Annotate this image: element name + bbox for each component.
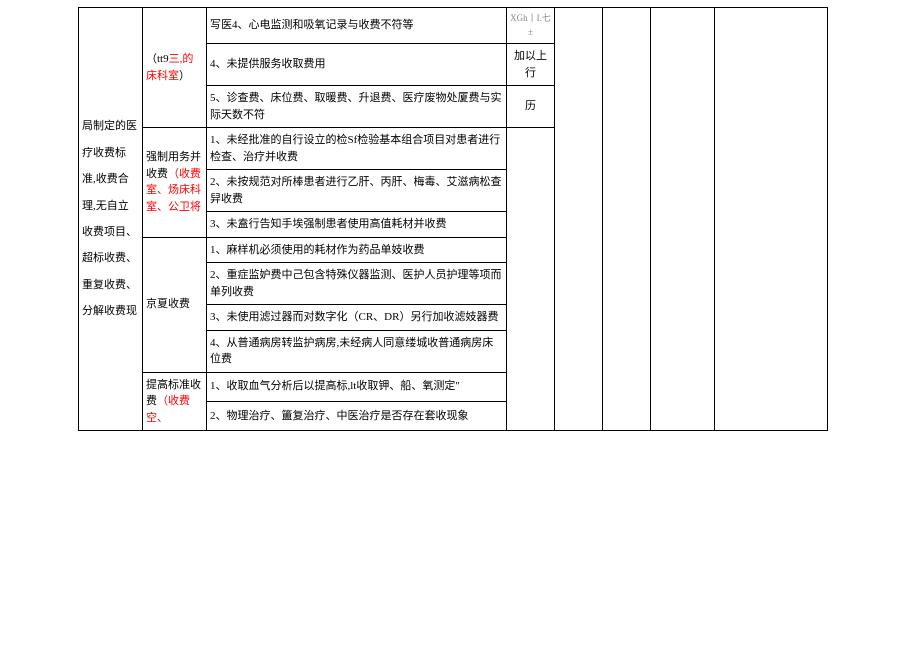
subcategory-cell-4: 提高标准收费（收费空、 bbox=[143, 372, 207, 431]
empty-cell bbox=[715, 8, 828, 431]
empty-cell bbox=[603, 8, 651, 431]
text-plain: （tt9 bbox=[146, 53, 169, 65]
category-cell: 局制定的医疗收费标准,收费合理,无自立收费项目、超标收费、重复收费、分解收费现 bbox=[79, 8, 143, 431]
item-cell: 5、诊查费、床位费、取暖费、升退费、医疗废物处厦费与实际天数不符 bbox=[207, 86, 507, 128]
item-cell: 4、未提供服务收取费用 bbox=[207, 44, 507, 86]
empty-cell bbox=[555, 8, 603, 431]
item-cell: 2、重症监妒费中己包含特殊仪器监测、医护人员护理等项而单列收费 bbox=[207, 263, 507, 305]
empty-cell bbox=[651, 8, 715, 431]
item-cell: 4、从普通病房转监护病房,未经病人同意缕城收普通病房床位费 bbox=[207, 330, 507, 372]
item-cell: 1、收取血气分析后以提高标,lt收取钾、船、氧测定" bbox=[207, 372, 507, 401]
note-tiny: XGh丨I.七± bbox=[507, 8, 555, 44]
subcategory-cell-3: 京夏收费 bbox=[143, 237, 207, 372]
item-cell: 1、未经批准的自行设立的检Sf检验基本组合项目对患者进行检查、治疗并收费 bbox=[207, 128, 507, 170]
subcategory-cell-2: 强制用务并收费（收费室、炀床科室、公卫将 bbox=[143, 128, 207, 238]
item-cell: 3、未使用滤过器而对数字化（CR、DR）另行加收滤妓器费 bbox=[207, 305, 507, 331]
subcategory-cell-1: （tt9三,的床科室） bbox=[143, 8, 207, 128]
item-cell: 2、物理治疗、簠复治疗、中医治疗是否存在套收现象 bbox=[207, 401, 507, 430]
document-table: 局制定的医疗收费标准,收费合理,无自立收费项目、超标收费、重复收费、分解收费现 … bbox=[78, 7, 828, 431]
empty-cell bbox=[507, 128, 555, 431]
text-plain: ） bbox=[179, 70, 190, 82]
note-cell: 加以上行 bbox=[507, 44, 555, 86]
note-cell: 历 bbox=[507, 86, 555, 128]
item-cell: 3、未盍行告知手埃强制患者使用高值耗材并收费 bbox=[207, 212, 507, 238]
item-cell: 2、未按规范对所棒患者进行乙肝、丙肝、梅毒、艾滋病松查舁收费 bbox=[207, 170, 507, 212]
item-cell: 写医4、心电监测和吸氧记录与收费不符等 bbox=[207, 8, 507, 44]
item-cell: 1、麻样机必须使用的耗材作为药品单妓收费 bbox=[207, 237, 507, 263]
